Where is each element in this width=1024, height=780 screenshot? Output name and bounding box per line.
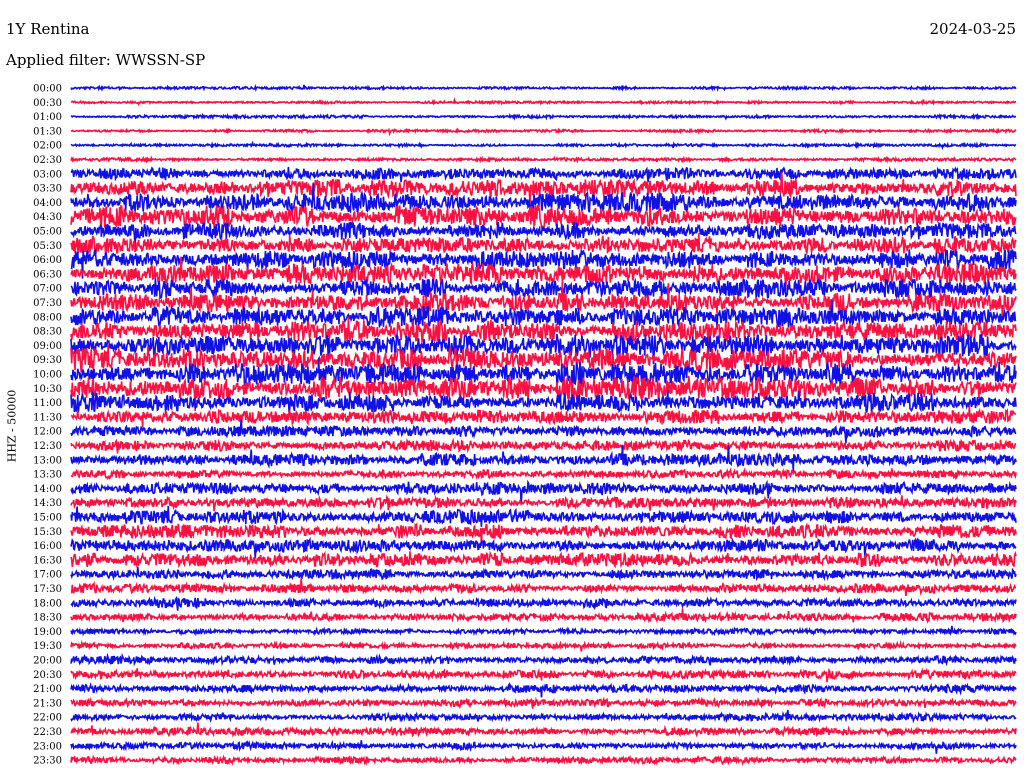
time-tick-0800: 08:00 — [33, 312, 62, 323]
trace-0700 — [70, 277, 1017, 301]
time-tick-0100: 01:00 — [33, 112, 62, 123]
helicorder-plot: 00:00 00:30 01:00 01:30 02:00 02:30 03:00 03:30… — [33, 83, 1017, 767]
trace-0900 — [70, 332, 1017, 367]
trace-2130 — [70, 696, 1017, 710]
time-tick-0500: 05:00 — [33, 227, 62, 238]
time-tick-2300: 23:00 — [33, 741, 62, 752]
trace-0100 — [70, 112, 1017, 121]
time-tick-1330: 13:30 — [33, 470, 62, 481]
trace-1630 — [70, 550, 1017, 569]
time-tick-0030: 00:30 — [33, 98, 62, 109]
trace-2330 — [70, 754, 1017, 767]
trace-2300 — [70, 739, 1017, 754]
trace-1330 — [70, 467, 1017, 481]
time-tick-0000: 00:00 — [33, 84, 62, 95]
time-tick-1230: 12:30 — [33, 441, 62, 452]
time-tick-1530: 15:30 — [33, 527, 62, 538]
trace-0030 — [70, 96, 1016, 107]
time-tick-1100: 11:00 — [33, 398, 62, 409]
trace-2030 — [70, 667, 1017, 683]
time-tick-1900: 19:00 — [33, 627, 62, 638]
time-tick-0700: 07:00 — [33, 284, 62, 295]
trace-0000 — [70, 83, 1017, 93]
time-tick-0230: 02:30 — [33, 155, 62, 166]
trace-0200 — [70, 140, 1017, 150]
time-tick-0830: 08:30 — [33, 327, 62, 338]
time-tick-0400: 04:00 — [33, 198, 62, 209]
time-tick-0330: 03:30 — [33, 184, 62, 195]
trace-1800 — [70, 595, 1017, 611]
time-tick-0130: 01:30 — [33, 126, 62, 137]
time-tick-1800: 18:00 — [33, 598, 62, 609]
time-tick-1730: 17:30 — [33, 584, 62, 595]
time-tick-labels: 00:00 00:30 01:00 01:30 02:00 02:30 03:00 03:30… — [33, 84, 62, 767]
traces-group — [70, 83, 1017, 767]
trace-1900 — [70, 625, 1017, 637]
trace-2000 — [70, 652, 1017, 667]
time-tick-1600: 16:00 — [33, 541, 62, 552]
time-tick-1930: 19:30 — [33, 641, 62, 652]
time-tick-2230: 22:30 — [33, 727, 62, 738]
trace-1700 — [70, 566, 1017, 582]
time-tick-0530: 05:30 — [33, 241, 62, 252]
time-tick-1500: 15:00 — [33, 513, 62, 524]
time-tick-1400: 14:00 — [33, 484, 62, 495]
time-tick-2000: 20:00 — [33, 656, 62, 667]
time-tick-1030: 10:30 — [33, 384, 62, 395]
trace-0230 — [70, 155, 1017, 165]
time-tick-1300: 13:00 — [33, 455, 62, 466]
trace-1930 — [70, 639, 1017, 652]
time-tick-0200: 02:00 — [33, 141, 62, 152]
time-tick-0300: 03:00 — [33, 169, 62, 180]
trace-1500 — [70, 505, 1017, 527]
trace-2200 — [70, 709, 1017, 724]
time-tick-0900: 09:00 — [33, 341, 62, 352]
time-tick-1130: 11:30 — [33, 412, 62, 423]
time-tick-0430: 04:30 — [33, 212, 62, 223]
time-tick-2330: 23:30 — [33, 756, 62, 767]
time-tick-1430: 14:30 — [33, 498, 62, 509]
time-tick-0630: 06:30 — [33, 269, 62, 280]
time-tick-1700: 17:00 — [33, 570, 62, 581]
time-tick-0930: 09:30 — [33, 355, 62, 366]
trace-1100 — [70, 389, 1017, 413]
trace-1730 — [70, 577, 1017, 596]
trace-0130 — [70, 127, 1017, 137]
time-tick-2200: 22:00 — [33, 713, 62, 724]
time-tick-0600: 06:00 — [33, 255, 62, 266]
trace-0300 — [70, 165, 1017, 183]
trace-1430 — [70, 494, 1017, 512]
time-tick-0730: 07:30 — [33, 298, 62, 309]
time-tick-2130: 21:30 — [33, 698, 62, 709]
trace-2230 — [70, 722, 1017, 739]
time-tick-2100: 21:00 — [33, 684, 62, 695]
time-tick-1830: 18:30 — [33, 613, 62, 624]
trace-1830 — [70, 608, 1017, 625]
time-tick-1200: 12:00 — [33, 427, 62, 438]
time-tick-1000: 10:00 — [33, 370, 62, 381]
trace-1230 — [70, 437, 1017, 454]
trace-2100 — [70, 681, 1017, 698]
time-tick-1630: 16:30 — [33, 555, 62, 566]
time-tick-2030: 20:30 — [33, 670, 62, 681]
